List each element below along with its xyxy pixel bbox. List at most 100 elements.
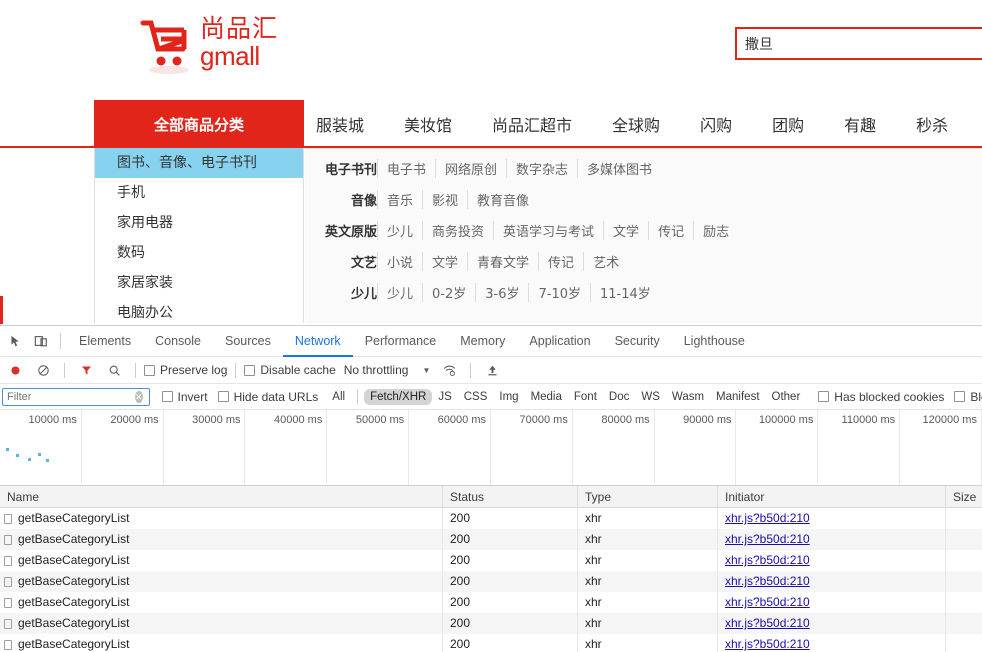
- filter-type-img[interactable]: Img: [493, 389, 524, 405]
- table-row[interactable]: getBaseCategoryList 200 xhr xhr.js?b50d:210: [0, 634, 982, 652]
- nav-item-3[interactable]: 全球购: [612, 112, 660, 136]
- tab-performance[interactable]: Performance: [353, 326, 449, 357]
- request-initiator-cell-text[interactable]: xhr.js?b50d:210: [725, 511, 810, 525]
- tab-lighthouse[interactable]: Lighthouse: [672, 326, 757, 357]
- nav-item-7[interactable]: 秒杀: [916, 112, 948, 136]
- column-header-name[interactable]: Name: [0, 486, 442, 508]
- subcategory-link[interactable]: 艺术: [583, 252, 628, 271]
- filter-icon[interactable]: [73, 357, 99, 383]
- clear-icon[interactable]: [30, 357, 56, 383]
- subcategory-link[interactable]: 数字杂志: [506, 159, 577, 178]
- table-row[interactable]: getBaseCategoryList 200 xhr xhr.js?b50d:210: [0, 529, 982, 550]
- column-header-type[interactable]: Type: [577, 485, 717, 508]
- subcategory-link[interactable]: 多媒体图书: [577, 159, 661, 178]
- table-row[interactable]: getBaseCategoryList 200 xhr xhr.js?b50d:210: [0, 508, 982, 529]
- category-item-2[interactable]: 家用电器: [95, 208, 303, 238]
- table-row[interactable]: getBaseCategoryList 200 xhr xhr.js?b50d:210: [0, 592, 982, 613]
- subcategory-link[interactable]: 文学: [603, 221, 648, 240]
- request-name-cell[interactable]: getBaseCategoryList: [0, 613, 442, 634]
- disable-cache-checkbox[interactable]: Disable cache: [244, 363, 336, 377]
- request-name-cell[interactable]: getBaseCategoryList: [0, 592, 442, 613]
- request-name-cell[interactable]: getBaseCategoryList: [0, 571, 442, 592]
- nav-item-2[interactable]: 尚品汇超市: [492, 112, 572, 136]
- filter-type-media[interactable]: Media: [525, 389, 568, 405]
- tab-application[interactable]: Application: [517, 326, 602, 357]
- filter-type-manifest[interactable]: Manifest: [710, 389, 765, 405]
- filter-type-wasm[interactable]: Wasm: [666, 389, 710, 405]
- request-initiator-cell[interactable]: xhr.js?b50d:210: [717, 613, 945, 634]
- clear-input-icon[interactable]: ✕: [135, 390, 143, 403]
- subcategory-link[interactable]: 励志: [693, 221, 738, 240]
- hide-data-urls-checkbox[interactable]: Hide data URLs: [217, 390, 318, 404]
- network-overview-timeline[interactable]: 10000 ms 20000 ms 30000 ms 40000 ms 50000 ms…: [0, 410, 982, 486]
- subcategory-link[interactable]: 文学: [422, 252, 467, 271]
- tab-elements[interactable]: Elements: [67, 326, 143, 357]
- subcategory-link[interactable]: 英语学习与考试: [493, 221, 603, 240]
- column-header-initiator[interactable]: Initiator: [717, 485, 945, 508]
- search-icon[interactable]: [101, 357, 127, 383]
- request-initiator-cell[interactable]: xhr.js?b50d:210: [717, 634, 945, 652]
- request-name-cell[interactable]: getBaseCategoryList: [0, 508, 442, 529]
- subcategory-link[interactable]: 传记: [538, 252, 583, 271]
- category-item-4[interactable]: 家居家装: [95, 268, 303, 298]
- tab-console[interactable]: Console: [143, 326, 213, 357]
- category-item-3[interactable]: 数码: [95, 238, 303, 268]
- nav-item-1[interactable]: 美妆馆: [404, 112, 452, 136]
- blocked-checkbox[interactable]: Blocked: [954, 390, 982, 404]
- filter-input[interactable]: [2, 387, 150, 406]
- request-name-cell[interactable]: getBaseCategoryList: [0, 634, 442, 652]
- nav-item-0[interactable]: 服装城: [316, 112, 364, 136]
- filter-type-ws[interactable]: WS: [635, 389, 666, 405]
- filter-type-doc[interactable]: Doc: [603, 389, 635, 405]
- subcategory-link[interactable]: 青春文学: [467, 252, 538, 271]
- subcategory-link[interactable]: 网络原创: [435, 159, 506, 178]
- all-categories-button[interactable]: 全部商品分类: [94, 100, 304, 148]
- nav-item-6[interactable]: 有趣: [844, 112, 876, 136]
- table-row[interactable]: getBaseCategoryList 200 xhr xhr.js?b50d:210: [0, 571, 982, 592]
- request-initiator-cell-text[interactable]: xhr.js?b50d:210: [725, 637, 810, 651]
- request-initiator-cell-text[interactable]: xhr.js?b50d:210: [725, 574, 810, 588]
- request-initiator-cell[interactable]: xhr.js?b50d:210: [717, 529, 945, 550]
- subcategory-link[interactable]: 电子书: [377, 159, 435, 178]
- request-name-cell[interactable]: getBaseCategoryList: [0, 550, 442, 571]
- preserve-log-checkbox[interactable]: Preserve log: [144, 363, 227, 377]
- filter-type-all[interactable]: All: [326, 389, 351, 405]
- network-conditions-icon[interactable]: [436, 357, 462, 383]
- request-initiator-cell[interactable]: xhr.js?b50d:210: [717, 508, 945, 529]
- request-initiator-cell[interactable]: xhr.js?b50d:210: [717, 550, 945, 571]
- request-name-cell[interactable]: getBaseCategoryList: [0, 529, 442, 550]
- filter-type-js[interactable]: JS: [432, 389, 457, 405]
- subcategory-link[interactable]: 商务投资: [422, 221, 493, 240]
- subcategory-link[interactable]: 少儿: [377, 221, 422, 240]
- subcategory-link[interactable]: 音乐: [377, 190, 422, 209]
- subcategory-link[interactable]: 7-10岁: [528, 283, 590, 302]
- inspect-element-icon[interactable]: [2, 328, 28, 354]
- nav-item-5[interactable]: 团购: [772, 112, 804, 136]
- category-item-5[interactable]: 电脑办公: [95, 298, 303, 325]
- filter-type-css[interactable]: CSS: [458, 389, 494, 405]
- has-blocked-cookies-checkbox[interactable]: Has blocked cookies: [818, 390, 944, 404]
- request-initiator-cell[interactable]: xhr.js?b50d:210: [717, 571, 945, 592]
- throttling-select[interactable]: No throttling ▼: [344, 363, 431, 377]
- tab-memory[interactable]: Memory: [448, 326, 517, 357]
- invert-checkbox[interactable]: Invert: [161, 390, 208, 404]
- category-item-1[interactable]: 手机: [95, 178, 303, 208]
- filter-type-font[interactable]: Font: [568, 389, 603, 405]
- subcategory-link[interactable]: 11-14岁: [590, 283, 660, 302]
- site-logo[interactable]: 尚品汇 gmall: [140, 16, 278, 75]
- subcategory-link[interactable]: 传记: [648, 221, 693, 240]
- search-input[interactable]: [735, 27, 982, 60]
- table-row[interactable]: getBaseCategoryList 200 xhr xhr.js?b50d:210: [0, 550, 982, 571]
- subcategory-link[interactable]: 少儿: [377, 283, 422, 302]
- request-initiator-cell-text[interactable]: xhr.js?b50d:210: [725, 616, 810, 630]
- filter-type-fetch-xhr[interactable]: Fetch/XHR: [364, 388, 433, 405]
- subcategory-link[interactable]: 教育音像: [467, 190, 538, 209]
- nav-item-4[interactable]: 闪购: [700, 112, 732, 136]
- subcategory-link[interactable]: 0-2岁: [422, 283, 475, 302]
- import-har-icon[interactable]: [479, 357, 505, 383]
- category-item-0[interactable]: 图书、音像、电子书刊: [95, 148, 303, 178]
- tab-network[interactable]: Network: [283, 326, 353, 357]
- column-header-status[interactable]: Status: [442, 485, 577, 508]
- request-initiator-cell-text[interactable]: xhr.js?b50d:210: [725, 595, 810, 609]
- table-row[interactable]: getBaseCategoryList 200 xhr xhr.js?b50d:210: [0, 613, 982, 634]
